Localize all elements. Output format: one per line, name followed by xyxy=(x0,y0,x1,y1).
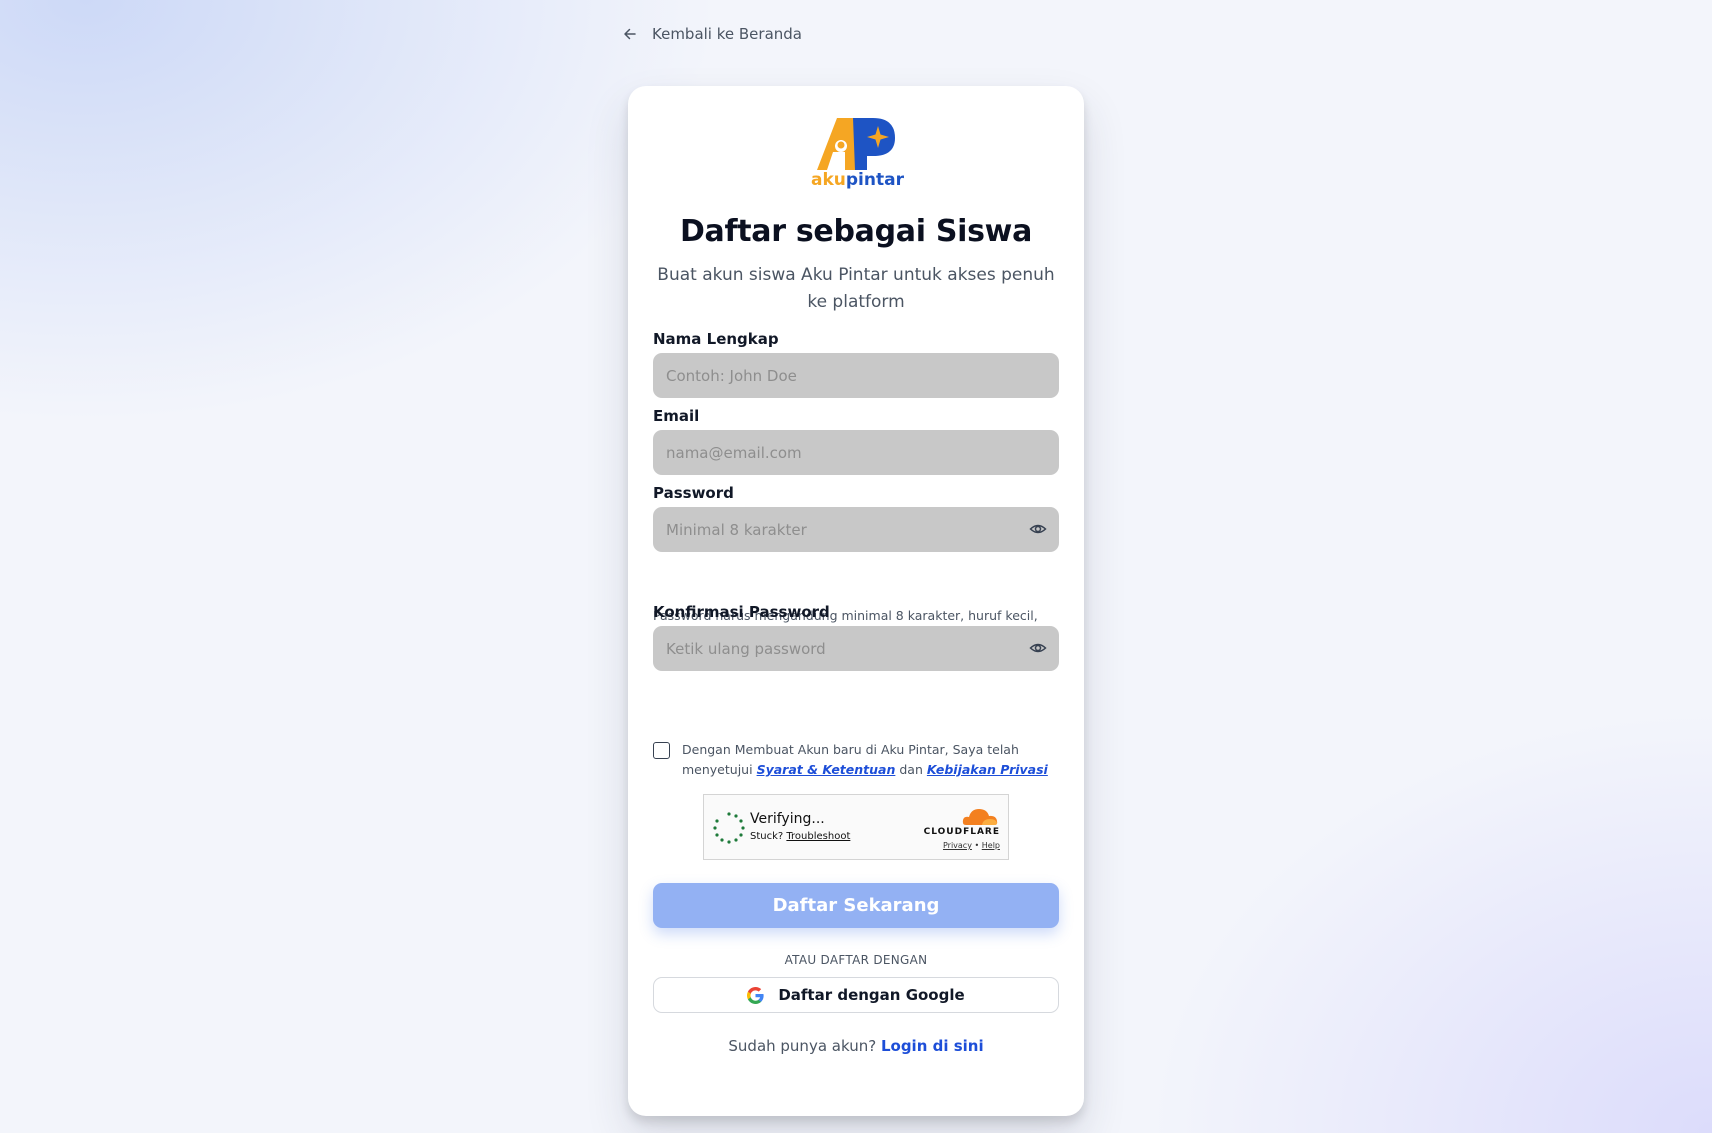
email-placeholder: nama@email.com xyxy=(666,443,802,462)
full-name-placeholder: Contoh: John Doe xyxy=(666,366,797,385)
email-input[interactable]: nama@email.com xyxy=(653,430,1059,475)
full-name-input[interactable]: Contoh: John Doe xyxy=(653,353,1059,398)
alt-signup-divider: ATAU DAFTAR DENGAN xyxy=(784,953,928,967)
confirm-password-placeholder: Ketik ulang password xyxy=(666,639,826,658)
cloudflare-captcha: Verifying... Stuck? Troubleshoot CLOUDFL… xyxy=(703,794,1009,860)
register-button[interactable]: Daftar Sekarang xyxy=(653,883,1059,928)
google-signup-button[interactable]: Daftar dengan Google xyxy=(653,977,1059,1013)
terms-text: Dengan Membuat Akun baru di Aku Pintar, … xyxy=(682,740,1059,780)
logo-wordmark: akupintar xyxy=(811,170,904,190)
terms-row: Dengan Membuat Akun baru di Aku Pintar, … xyxy=(653,740,1059,780)
arrow-left-icon xyxy=(624,28,636,40)
page-title: Daftar sebagai Siswa xyxy=(679,214,1033,249)
password-label: Password xyxy=(653,484,734,502)
captcha-help-link[interactable]: Help xyxy=(982,841,1000,850)
cloudflare-brand: CLOUDFLARE xyxy=(923,827,1000,837)
google-signup-label: Daftar dengan Google xyxy=(778,986,965,1004)
cloudflare-icon xyxy=(962,809,998,825)
name-label: Nama Lengkap xyxy=(653,330,779,348)
email-label: Email xyxy=(653,407,700,425)
terms-conj: dan xyxy=(899,762,923,777)
captcha-privacy-link[interactable]: Privacy xyxy=(943,841,972,850)
login-link[interactable]: Login di sini xyxy=(881,1037,984,1055)
eye-icon[interactable] xyxy=(1029,639,1047,657)
captcha-stuck: Stuck? Troubleshoot xyxy=(750,831,851,842)
register-card: akupintar Daftar sebagai Siswa Buat akun… xyxy=(628,86,1084,1116)
page-subtitle: Buat akun siswa Aku Pintar untuk akses p… xyxy=(657,265,1055,312)
confirm-password-input[interactable]: Ketik ulang password xyxy=(653,626,1059,671)
spinner-icon xyxy=(713,812,745,844)
terms-link[interactable]: Syarat & Ketentuan xyxy=(757,762,896,777)
back-to-home-link[interactable]: Kembali ke Beranda xyxy=(622,22,802,46)
logo-mark xyxy=(817,118,895,170)
terms-checkbox[interactable] xyxy=(653,742,670,759)
troubleshoot-link[interactable]: Troubleshoot xyxy=(786,831,850,842)
password-input[interactable]: Minimal 8 karakter xyxy=(653,507,1059,552)
password-placeholder: Minimal 8 karakter xyxy=(666,520,807,539)
captcha-links: Privacy • Help xyxy=(942,841,1000,850)
back-link-label: Kembali ke Beranda xyxy=(652,25,802,43)
login-prompt: Sudah punya akun? Login di sini xyxy=(728,1037,984,1055)
privacy-link[interactable]: Kebijakan Privasi xyxy=(927,762,1048,777)
confirm-password-label: Konfirmasi Password xyxy=(653,603,830,621)
google-icon xyxy=(747,986,764,1004)
captcha-status: Verifying... xyxy=(750,811,825,827)
eye-icon[interactable] xyxy=(1029,520,1047,538)
aku-pintar-logo: akupintar xyxy=(811,112,904,192)
